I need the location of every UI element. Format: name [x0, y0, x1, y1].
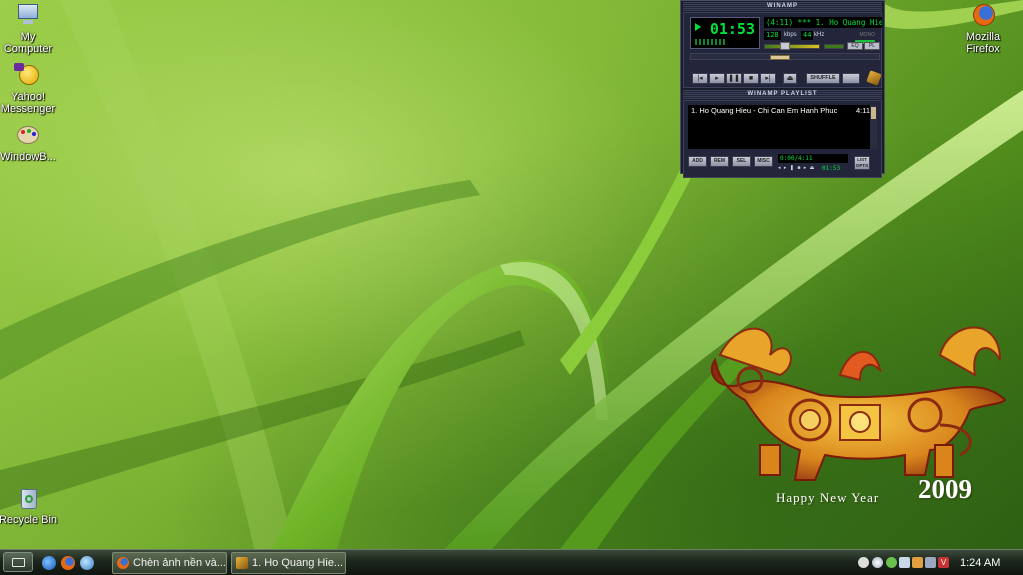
internet-explorer-icon[interactable] [42, 556, 56, 570]
greeting-text: Happy New Year [776, 490, 880, 505]
desktop-icon-label: Recycle Bin [0, 514, 58, 526]
firefox-icon [969, 3, 997, 29]
desktop-icon-label: WindowB... [0, 151, 56, 163]
playlist-scrollbar[interactable] [870, 105, 877, 149]
visualizer[interactable] [695, 39, 725, 45]
tray-expand-icon[interactable] [858, 557, 869, 568]
firefox-icon [117, 557, 129, 569]
play-button[interactable]: ▸ [709, 73, 725, 84]
playlist-item[interactable]: 1. Ho Quang Hieu - Chi Can Em Hanh Phuc … [688, 105, 874, 116]
seek-bar[interactable] [690, 53, 880, 60]
winamp-window[interactable]: WINAMP 01:53 (4:11) *** 1. Ho Quang Hieu… [680, 0, 885, 178]
playlist-titlebar[interactable]: WINAMP PLAYLIST [683, 90, 882, 99]
transport-controls: |◂ ▸ ❚❚ ■ ▸| ⏏ [692, 73, 797, 84]
seek-knob[interactable] [770, 55, 790, 60]
desktop-icon-label: My Computer [3, 31, 53, 55]
eq-toggle-button[interactable]: EQ [847, 42, 863, 50]
repeat-button[interactable] [842, 73, 860, 84]
messenger-quicklaunch-icon[interactable] [80, 556, 94, 570]
yahoo-messenger-icon [14, 63, 42, 89]
taskbar-button-winamp[interactable]: 1. Ho Quang Hie... [231, 552, 346, 574]
winamp-display: 01:53 [690, 17, 760, 49]
computer-icon [14, 3, 42, 29]
balance-slider[interactable] [824, 44, 844, 49]
playlist-elapsed: 01:53 [822, 165, 841, 172]
playlist-item-duration: 4:11 [855, 106, 870, 115]
paint-palette-icon [14, 123, 42, 149]
eject-button[interactable]: ⏏ [783, 73, 797, 84]
play-indicator-icon [695, 23, 701, 31]
volume-slider[interactable] [764, 44, 820, 49]
winamp-icon [236, 557, 248, 569]
shuffle-button[interactable]: SHUFFLE [806, 73, 840, 84]
start-button[interactable] [3, 552, 33, 572]
desktop-icon-recycle-bin[interactable]: Recycle Bin [0, 486, 60, 526]
mono-indicator: MONO [859, 32, 875, 38]
tray-app-icon[interactable] [912, 557, 923, 568]
winamp-titlebar[interactable]: WINAMP [683, 2, 882, 11]
tray-volume-icon[interactable] [899, 557, 910, 568]
winamp-song-title: (4:11) *** 1. Ho Quang Hieu - Chi [764, 17, 882, 28]
winamp-main-panel: 01:53 (4:11) *** 1. Ho Quang Hieu - Chi … [683, 12, 882, 88]
taskbar-button-firefox[interactable]: Chèn ảnh nền và... [112, 552, 227, 574]
desktop-icon-label: Yahoo! Messenger [0, 91, 56, 115]
windows-icon [12, 558, 25, 567]
tray-messenger-icon[interactable] [872, 557, 883, 568]
stop-button[interactable]: ■ [743, 73, 759, 84]
playlist-misc-button[interactable]: MISC [754, 156, 773, 167]
playlist-list-options-button[interactable]: LIST OPTS [854, 156, 870, 170]
tray-antivirus-icon[interactable]: V [938, 557, 949, 568]
taskbar: Chèn ảnh nền và... 1. Ho Quang Hie... V … [0, 549, 1023, 575]
playlist-panel: 1. Ho Quang Hieu - Chi Can Em Hanh Phuc … [683, 100, 882, 178]
firefox-quicklaunch-icon[interactable] [61, 556, 75, 570]
desktop-icon-mozilla-firefox[interactable]: Mozilla Firefox [951, 3, 1015, 55]
desktop-icon-my-computer[interactable]: My Computer [0, 3, 60, 55]
year-text: 2009 [918, 474, 972, 504]
winamp-kbps: 128 [764, 31, 781, 40]
previous-button[interactable]: |◂ [692, 73, 708, 84]
playlist-list[interactable]: 1. Ho Quang Hieu - Chi Can Em Hanh Phuc … [688, 105, 874, 149]
desktop-icon-windowblinds[interactable]: WindowB... [0, 123, 60, 163]
next-button[interactable]: ▸| [760, 73, 776, 84]
playlist-info: 0:00/4:11 [778, 154, 848, 163]
taskbar-button-label: Chèn ảnh nền và... [133, 557, 226, 569]
khz-unit: kHz [814, 32, 825, 38]
desktop-icon-yahoo-messenger[interactable]: Yahoo! Messenger [0, 63, 60, 115]
desktop-icon-label: Mozilla Firefox [965, 31, 1001, 55]
winamp-khz: 44 [801, 31, 814, 40]
recycle-bin-icon [14, 486, 42, 512]
playlist-remove-button[interactable]: REM [710, 156, 729, 167]
playlist-toggle-button[interactable]: PL [864, 42, 880, 50]
kbps-unit: kbps [784, 32, 797, 38]
volume-knob[interactable] [780, 42, 790, 50]
taskbar-clock[interactable]: 1:24 AM [960, 557, 1000, 569]
tray-network-icon[interactable] [886, 557, 897, 568]
playlist-select-button[interactable]: SEL [732, 156, 751, 167]
winamp-logo-icon[interactable] [866, 70, 882, 86]
taskbar-button-label: 1. Ho Quang Hie... [252, 557, 344, 569]
winamp-time[interactable]: 01:53 [710, 20, 755, 38]
playlist-add-button[interactable]: ADD [688, 156, 707, 167]
tray-monitor-icon[interactable] [925, 557, 936, 568]
pause-button[interactable]: ❚❚ [726, 73, 742, 84]
playlist-item-name: 1. Ho Quang Hieu - Chi Can Em Hanh Phuc [691, 106, 838, 115]
